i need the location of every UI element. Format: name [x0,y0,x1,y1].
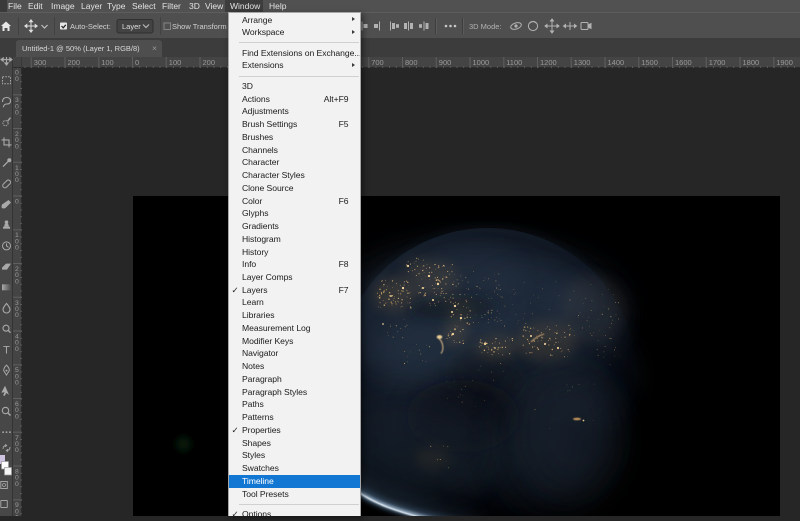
svg-text:100: 100 [101,58,114,67]
svg-text:1800: 1800 [743,58,760,67]
svg-text:300: 300 [34,58,47,67]
svg-text:0: 0 [15,447,19,454]
svg-text:1300: 1300 [574,58,591,67]
svg-text:700: 700 [371,58,384,67]
svg-text:100: 100 [169,58,182,67]
svg-text:200: 200 [203,58,216,67]
svg-text:1200: 1200 [540,58,557,67]
svg-text:0: 0 [15,413,19,420]
svg-text:0: 0 [15,346,19,353]
svg-text:1600: 1600 [675,58,692,67]
svg-text:0: 0 [15,312,19,319]
svg-text:0: 0 [15,380,19,387]
svg-text:0: 0 [15,177,19,184]
svg-text:900: 900 [439,58,452,67]
svg-text:1500: 1500 [641,58,658,67]
svg-text:0: 0 [15,199,19,206]
svg-text:0: 0 [135,58,139,67]
svg-text:800: 800 [405,58,418,67]
svg-text:1100: 1100 [506,58,522,67]
svg-text:1900: 1900 [776,58,793,67]
svg-text:0: 0 [15,245,19,252]
svg-text:0: 0 [15,481,19,488]
svg-text:1700: 1700 [709,58,726,67]
svg-text:0: 0 [15,143,19,150]
svg-text:T: T [3,344,10,356]
svg-text:1400: 1400 [608,58,625,67]
svg-text:1000: 1000 [473,58,490,67]
svg-text:0: 0 [15,110,19,117]
svg-text:0: 0 [15,76,19,83]
svg-text:0: 0 [15,278,19,285]
svg-text:200: 200 [68,58,81,67]
